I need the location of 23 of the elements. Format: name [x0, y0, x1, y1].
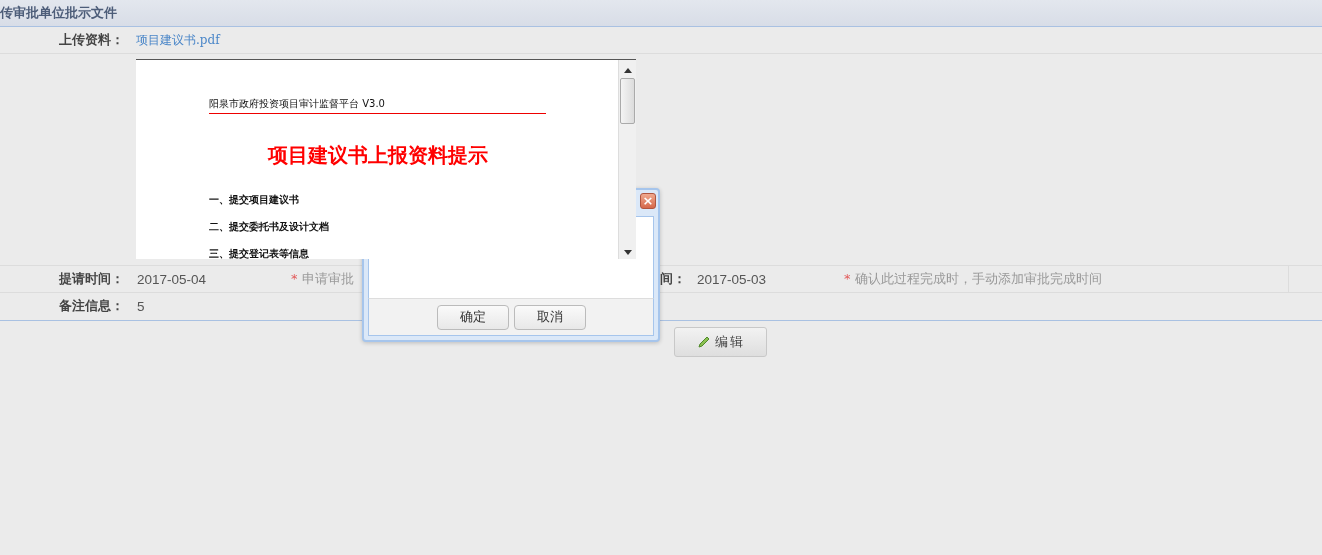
field-label: 备注信息： [58, 298, 125, 315]
dialog-button[interactable]: 取消 [513, 304, 586, 330]
scroll-thumb[interactable] [620, 78, 635, 124]
scroll-up-icon [623, 68, 632, 73]
section-title: 传审批单位批示文件 [0, 4, 117, 22]
document-header: 阳泉市政府投资项目审计监督平台 V3.0 [209, 97, 546, 114]
document-title: 项目建议书上报资料提示 [266, 142, 489, 169]
dialog-button[interactable]: 确定 [436, 304, 509, 330]
date-value: 2017-05-03 [696, 271, 768, 287]
document-list-item: 三、提交登记表等信息 [209, 247, 310, 261]
edit-button[interactable]: 编辑 [674, 327, 767, 357]
field-label: 上传资料： [58, 31, 125, 49]
document-list-item: 一、提交项目建议书 [209, 193, 300, 207]
hint-text: * 申请审批 [290, 270, 355, 288]
date-value: 2017-05-04 [136, 271, 208, 287]
field-label: 间： [659, 270, 687, 288]
notes-value: 5 [136, 299, 145, 314]
scroll-down-icon [623, 250, 632, 255]
pencil-icon [696, 335, 711, 349]
document-list-item: 二、提交委托书及设计文档 [209, 220, 330, 234]
scrollbar[interactable] [618, 60, 636, 259]
hint-text: * 确认此过程完成时，手动添加审批完成时间 [843, 270, 1103, 288]
field-label: 提请时间： [58, 270, 125, 288]
